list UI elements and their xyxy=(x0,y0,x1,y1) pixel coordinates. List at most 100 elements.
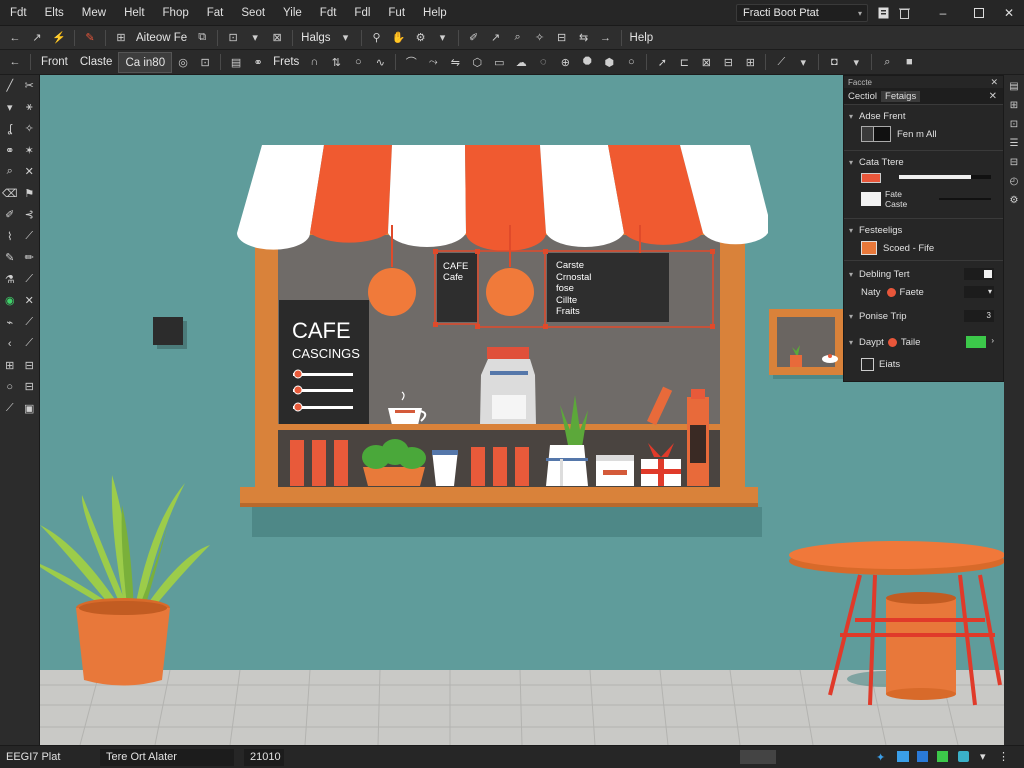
frame-icon[interactable]: ⊞ xyxy=(3,358,17,372)
pin-icon[interactable]: ⚲ xyxy=(368,29,386,47)
trash-icon[interactable] xyxy=(895,4,913,22)
chevron-down-icon[interactable]: ▾ xyxy=(434,29,452,47)
feather-icon[interactable]: ⟋ xyxy=(22,337,36,351)
star-icon[interactable]: ✶ xyxy=(22,143,36,157)
copy-icon[interactable]: ⧉ xyxy=(193,29,211,47)
option-row[interactable]: ▾ Debling Tert xyxy=(849,265,998,283)
hexagon-icon[interactable]: ⬢ xyxy=(600,53,618,71)
zoom-field[interactable]: 21010 xyxy=(244,748,284,766)
menu-item-9[interactable]: Fdt xyxy=(311,0,346,26)
tab-cectiol[interactable]: Cectiol xyxy=(844,91,881,102)
eyedropper-icon[interactable]: ⟋ xyxy=(772,53,790,71)
menu-item-7[interactable]: Seot xyxy=(232,0,274,26)
close-icon[interactable]: ✕ xyxy=(990,77,998,88)
link-icon[interactable]: ⚭ xyxy=(249,53,267,71)
layers-icon[interactable]: ▤ xyxy=(1007,79,1021,93)
minimize-icon[interactable]: – xyxy=(934,4,952,22)
menu-item-8[interactable]: Yile xyxy=(274,0,311,26)
tone-name-row[interactable]: Fate Caste xyxy=(849,187,998,211)
chevron-right-icon[interactable]: › xyxy=(991,336,994,345)
back-arrow-icon[interactable]: ← xyxy=(6,29,24,47)
tab-active[interactable]: Ca in80 xyxy=(118,51,173,73)
color-swatch[interactable] xyxy=(861,173,881,183)
scissors-icon[interactable]: ✂ xyxy=(22,79,36,93)
menu-item-10[interactable]: Fdl xyxy=(345,0,379,26)
rect-icon[interactable]: ▭ xyxy=(490,53,508,71)
menu-item-11[interactable]: Fut xyxy=(379,0,414,26)
align-icon[interactable]: ⊏ xyxy=(675,53,693,71)
transform-icon[interactable]: ⊠ xyxy=(268,29,286,47)
hand-icon[interactable]: ✋ xyxy=(390,29,408,47)
node-icon[interactable]: ∩ xyxy=(305,53,323,71)
distribute-icon[interactable]: ⊟ xyxy=(719,53,737,71)
menu-item-4[interactable]: Helt xyxy=(115,0,153,26)
menu-item-help[interactable]: Help xyxy=(414,0,456,26)
split-icon[interactable]: ⊟ xyxy=(553,29,571,47)
option-row[interactable]: ▾ Ponise Trip 3 xyxy=(849,301,998,331)
circle-icon[interactable]: ○ xyxy=(349,53,367,71)
line-tool-icon[interactable]: ╱ xyxy=(3,79,17,93)
crop-icon[interactable]: ⊡ xyxy=(196,53,214,71)
white-swatch[interactable] xyxy=(861,192,881,206)
tone-slider-row[interactable] xyxy=(849,169,998,187)
sparkle-icon[interactable]: ✧ xyxy=(22,122,36,136)
chevron-down-icon[interactable]: ▾ xyxy=(794,53,812,71)
folder-icon[interactable]: ⊟ xyxy=(1007,155,1021,169)
next-icon[interactable]: → xyxy=(597,29,615,47)
camera-icon[interactable]: ◘ xyxy=(825,53,843,71)
flag-icon[interactable]: ⚑ xyxy=(22,186,36,200)
combine-icon[interactable]: ⊕ xyxy=(556,53,574,71)
circle-outline-icon[interactable]: ○ xyxy=(622,53,640,71)
circle-target-icon[interactable]: ◎ xyxy=(174,53,192,71)
option-row[interactable]: Naty Faete ▾ xyxy=(849,283,998,301)
pen-icon[interactable]: ✐ xyxy=(465,29,483,47)
pipette-icon[interactable]: ⟋ xyxy=(22,229,36,243)
mode-frets-label[interactable]: Frets xyxy=(269,56,303,68)
nav-left-icon[interactable]: ‹ xyxy=(3,337,17,351)
preset-swatch[interactable] xyxy=(861,241,877,255)
image-icon[interactable]: ⊠ xyxy=(697,53,715,71)
flip-icon[interactable]: ⇅ xyxy=(327,53,345,71)
menu-item-3[interactable]: Mew xyxy=(73,0,115,26)
chevron-down-icon[interactable]: ▾ xyxy=(964,286,994,298)
document-icon[interactable] xyxy=(874,4,892,22)
bucket-icon[interactable]: ⚗ xyxy=(3,272,17,286)
layer-label[interactable]: Aiteow Fe xyxy=(132,32,191,44)
tone-slider-track[interactable] xyxy=(899,175,991,179)
option-value[interactable]: 3 xyxy=(964,310,994,322)
redo-arrow-icon[interactable]: ↗ xyxy=(28,29,46,47)
paint-icon[interactable]: ✎ xyxy=(3,251,17,265)
search-icon[interactable]: ⌕ xyxy=(878,53,896,71)
shape-icon[interactable]: ⬡ xyxy=(468,53,486,71)
checkbox[interactable] xyxy=(861,357,874,371)
status-cyan-icon[interactable] xyxy=(958,751,969,762)
stylus-icon[interactable]: ⟋ xyxy=(22,315,36,329)
help-label[interactable]: Help xyxy=(626,32,658,44)
preset-row[interactable]: Scoed - Fife xyxy=(849,237,998,259)
ellipse-icon[interactable]: ○ xyxy=(3,380,17,394)
option-row[interactable]: ▾ Daypt Taile › xyxy=(849,331,998,353)
list-icon[interactable]: ☰ xyxy=(1007,136,1021,150)
brush-icon[interactable]: ✎ xyxy=(81,29,99,47)
grid-icon[interactable]: ⊡ xyxy=(224,29,242,47)
brush-tool-icon[interactable]: ⌇ xyxy=(3,229,17,243)
pencil-icon[interactable]: ✏ xyxy=(22,251,36,265)
chevron-down-icon[interactable]: ▾ xyxy=(847,53,865,71)
close-icon[interactable]: ✕ xyxy=(989,91,997,102)
option-row[interactable]: Eiats xyxy=(849,353,998,375)
square-icon[interactable]: ■ xyxy=(900,53,918,71)
status-green-icon[interactable] xyxy=(937,751,948,762)
tab-claste[interactable]: Claste xyxy=(74,52,119,73)
smudge-icon[interactable]: ⌁ xyxy=(3,315,17,329)
menu-item-2[interactable]: Elts xyxy=(36,0,73,26)
document-selector[interactable]: Fracti Boot Ptat ▾ xyxy=(736,4,868,22)
wand-icon[interactable]: ⚹ xyxy=(22,100,36,114)
green-swatch[interactable] xyxy=(966,336,986,348)
cross-icon[interactable]: ✕ xyxy=(22,165,36,179)
tab-front[interactable]: Front xyxy=(35,52,74,73)
stack-icon[interactable]: ⊞ xyxy=(741,53,759,71)
direct-select-icon[interactable]: ➚ xyxy=(653,53,671,71)
close-icon[interactable]: ✕ xyxy=(1000,4,1018,22)
mirror-icon[interactable]: ⇋ xyxy=(446,53,464,71)
section-header[interactable]: ▾ Cata Ttere xyxy=(849,155,998,169)
